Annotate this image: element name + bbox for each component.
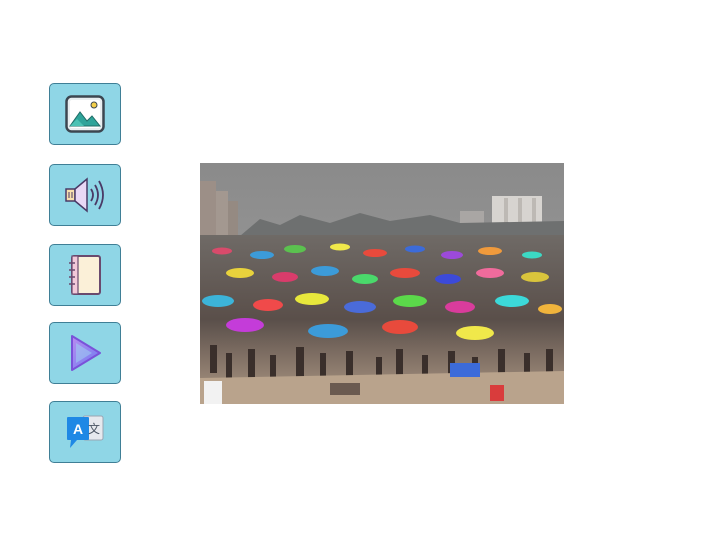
translate-cjk-glyph: 文 <box>88 421 100 436</box>
play-icon <box>67 333 103 373</box>
translate-latin-glyph: A <box>73 421 83 437</box>
image-icon <box>65 95 105 133</box>
app-window: A 文 <box>0 0 720 540</box>
image-button[interactable] <box>49 83 121 145</box>
translate-icon: A 文 <box>65 412 105 452</box>
tool-sidebar: A 文 <box>48 0 124 540</box>
audio-button[interactable] <box>49 164 121 226</box>
notebook-icon <box>67 254 103 296</box>
beach-crowd-photo <box>200 163 564 404</box>
beach-crowd-image <box>200 163 564 404</box>
notebook-button[interactable] <box>49 244 121 306</box>
speaker-icon <box>63 173 107 217</box>
translate-button[interactable]: A 文 <box>49 401 121 463</box>
play-button[interactable] <box>49 322 121 384</box>
